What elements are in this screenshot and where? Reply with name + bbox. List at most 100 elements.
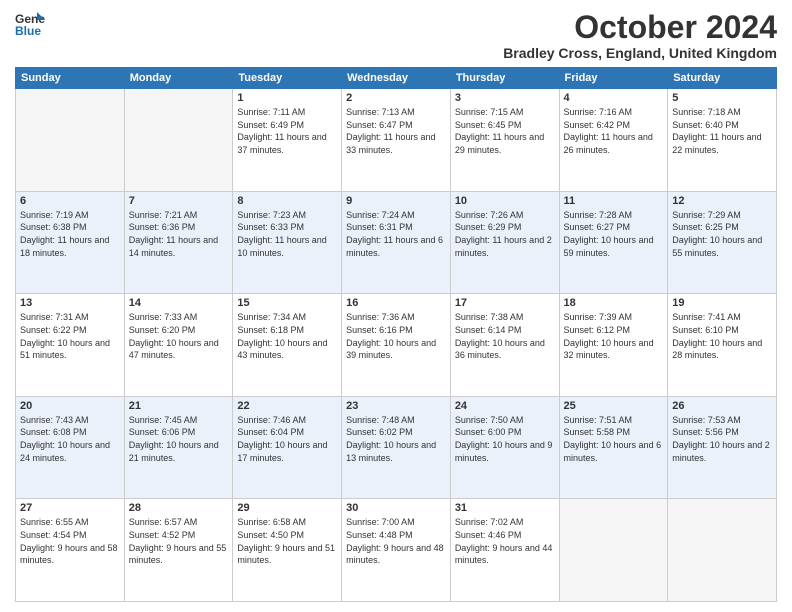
day-number: 31: [455, 502, 555, 514]
day-info: Sunrise: 7:53 AMSunset: 5:56 PMDaylight:…: [672, 414, 772, 464]
table-row: 4 Sunrise: 7:16 AMSunset: 6:42 PMDaylight…: [559, 89, 668, 192]
table-row: 21 Sunrise: 7:45 AMSunset: 6:06 PMDayligh…: [124, 396, 233, 499]
day-info: Sunrise: 7:11 AMSunset: 6:49 PMDaylight:…: [237, 106, 337, 156]
day-number: 25: [564, 400, 664, 412]
col-wednesday: Wednesday: [342, 68, 451, 89]
table-row: 30 Sunrise: 7:00 AMSunset: 4:48 PMDayligh…: [342, 499, 451, 602]
day-info: Sunrise: 7:34 AMSunset: 6:18 PMDaylight:…: [237, 311, 337, 361]
table-row: 9Sunrise: 7:24 AMSunset: 6:31 PMDaylight…: [342, 191, 451, 294]
calendar-week-row: 13 Sunrise: 7:31 AMSunset: 6:22 PMDayligh…: [16, 294, 777, 397]
day-number: 18: [564, 297, 664, 309]
day-number: 24: [455, 400, 555, 412]
day-info: Sunrise: 7:39 AMSunset: 6:12 PMDaylight:…: [564, 311, 664, 361]
col-thursday: Thursday: [450, 68, 559, 89]
table-row: 8 Sunrise: 7:23 AMSunset: 6:33 PMDaylight…: [233, 191, 342, 294]
calendar-header-row: Sunday Monday Tuesday Wednesday Thursday…: [16, 68, 777, 89]
table-row: 29 Sunrise: 6:58 AMSunset: 4:50 PMDayligh…: [233, 499, 342, 602]
header: General Blue General Blue October 2024 B…: [15, 10, 777, 61]
table-row: 10 Sunrise: 7:26 AMSunset: 6:29 PMDayligh…: [450, 191, 559, 294]
table-row: 14 Sunrise: 7:33 AMSunset: 6:20 PMDayligh…: [124, 294, 233, 397]
table-row: 3 Sunrise: 7:15 AMSunset: 6:45 PMDaylight…: [450, 89, 559, 192]
month-title: October 2024: [503, 10, 777, 45]
table-row: 16 Sunrise: 7:36 AMSunset: 6:16 PMDayligh…: [342, 294, 451, 397]
table-row: 27 Sunrise: 6:55 AMSunset: 4:54 PMDayligh…: [16, 499, 125, 602]
day-info: Sunrise: 7:46 AMSunset: 6:04 PMDaylight:…: [237, 414, 337, 464]
day-info: Sunrise: 7:50 AMSunset: 6:00 PMDaylight:…: [455, 414, 555, 464]
day-number: 26: [672, 400, 772, 412]
logo: General Blue General Blue: [15, 10, 45, 38]
day-number: 8: [237, 195, 337, 207]
table-row: [668, 499, 777, 602]
table-row: 31 Sunrise: 7:02 AMSunset: 4:46 PMDayligh…: [450, 499, 559, 602]
table-row: 24 Sunrise: 7:50 AMSunset: 6:00 PMDayligh…: [450, 396, 559, 499]
calendar-week-row: 27 Sunrise: 6:55 AMSunset: 4:54 PMDayligh…: [16, 499, 777, 602]
day-number: 28: [129, 502, 229, 514]
day-info: Sunrise: 7:21 AMSunset: 6:36 PMDaylight:…: [129, 209, 229, 259]
location: Bradley Cross, England, United Kingdom: [503, 45, 777, 61]
day-info: Sunrise: 7:29 AMSunset: 6:25 PMDaylight:…: [672, 209, 772, 259]
day-info: Sunrise: 7:26 AMSunset: 6:29 PMDaylight:…: [455, 209, 555, 259]
table-row: 6 Sunrise: 7:19 AMSunset: 6:38 PMDaylight…: [16, 191, 125, 294]
page: General Blue General Blue October 2024 B…: [0, 0, 792, 612]
table-row: 23 Sunrise: 7:48 AMSunset: 6:02 PMDayligh…: [342, 396, 451, 499]
day-number: 14: [129, 297, 229, 309]
calendar-week-row: 1Sunrise: 7:11 AMSunset: 6:49 PMDaylight…: [16, 89, 777, 192]
day-info: Sunrise: 7:19 AMSunset: 6:38 PMDaylight:…: [20, 209, 120, 259]
table-row: 13 Sunrise: 7:31 AMSunset: 6:22 PMDayligh…: [16, 294, 125, 397]
day-number: 9: [346, 195, 446, 207]
calendar: Sunday Monday Tuesday Wednesday Thursday…: [15, 67, 777, 602]
day-info: Sunrise: 7:41 AMSunset: 6:10 PMDaylight:…: [672, 311, 772, 361]
day-info: Sunrise: 7:00 AMSunset: 4:48 PMDaylight:…: [346, 516, 446, 566]
svg-text:Blue: Blue: [15, 24, 41, 38]
calendar-week-row: 20 Sunrise: 7:43 AMSunset: 6:08 PMDayligh…: [16, 396, 777, 499]
day-number: 19: [672, 297, 772, 309]
col-tuesday: Tuesday: [233, 68, 342, 89]
day-number: 30: [346, 502, 446, 514]
day-info: Sunrise: 6:58 AMSunset: 4:50 PMDaylight:…: [237, 516, 337, 566]
title-block: October 2024 Bradley Cross, England, Uni…: [503, 10, 777, 61]
day-number: 15: [237, 297, 337, 309]
day-number: 20: [20, 400, 120, 412]
day-number: 23: [346, 400, 446, 412]
table-row: 1Sunrise: 7:11 AMSunset: 6:49 PMDaylight…: [233, 89, 342, 192]
day-info: Sunrise: 7:36 AMSunset: 6:16 PMDaylight:…: [346, 311, 446, 361]
day-info: Sunrise: 7:51 AMSunset: 5:58 PMDaylight:…: [564, 414, 664, 464]
table-row: 26 Sunrise: 7:53 AMSunset: 5:56 PMDayligh…: [668, 396, 777, 499]
day-info: Sunrise: 7:48 AMSunset: 6:02 PMDaylight:…: [346, 414, 446, 464]
day-info: Sunrise: 7:02 AMSunset: 4:46 PMDaylight:…: [455, 516, 555, 566]
day-number: 21: [129, 400, 229, 412]
day-info: Sunrise: 7:33 AMSunset: 6:20 PMDaylight:…: [129, 311, 229, 361]
table-row: 19 Sunrise: 7:41 AMSunset: 6:10 PMDayligh…: [668, 294, 777, 397]
day-number: 16: [346, 297, 446, 309]
table-row: [559, 499, 668, 602]
day-number: 3: [455, 92, 555, 104]
day-info: Sunrise: 7:16 AMSunset: 6:42 PMDaylight:…: [564, 106, 664, 156]
day-info: Sunrise: 7:13 AMSunset: 6:47 PMDaylight:…: [346, 106, 446, 156]
day-info: Sunrise: 7:15 AMSunset: 6:45 PMDaylight:…: [455, 106, 555, 156]
logo-icon: General Blue: [15, 10, 45, 38]
table-row: [16, 89, 125, 192]
day-number: 10: [455, 195, 555, 207]
day-number: 6: [20, 195, 120, 207]
day-number: 2: [346, 92, 446, 104]
day-info: Sunrise: 7:31 AMSunset: 6:22 PMDaylight:…: [20, 311, 120, 361]
day-info: Sunrise: 7:23 AMSunset: 6:33 PMDaylight:…: [237, 209, 337, 259]
day-info: Sunrise: 6:55 AMSunset: 4:54 PMDaylight:…: [20, 516, 120, 566]
day-info: Sunrise: 7:45 AMSunset: 6:06 PMDaylight:…: [129, 414, 229, 464]
day-number: 4: [564, 92, 664, 104]
table-row: 28Sunrise: 6:57 AMSunset: 4:52 PMDayligh…: [124, 499, 233, 602]
col-sunday: Sunday: [16, 68, 125, 89]
day-number: 13: [20, 297, 120, 309]
table-row: 18 Sunrise: 7:39 AMSunset: 6:12 PMDayligh…: [559, 294, 668, 397]
table-row: 11Sunrise: 7:28 AMSunset: 6:27 PMDayligh…: [559, 191, 668, 294]
table-row: 17 Sunrise: 7:38 AMSunset: 6:14 PMDayligh…: [450, 294, 559, 397]
col-monday: Monday: [124, 68, 233, 89]
day-number: 11: [564, 195, 664, 207]
day-number: 29: [237, 502, 337, 514]
day-number: 22: [237, 400, 337, 412]
day-number: 27: [20, 502, 120, 514]
table-row: 12Sunrise: 7:29 AMSunset: 6:25 PMDayligh…: [668, 191, 777, 294]
day-number: 17: [455, 297, 555, 309]
day-info: Sunrise: 7:38 AMSunset: 6:14 PMDaylight:…: [455, 311, 555, 361]
day-info: Sunrise: 7:43 AMSunset: 6:08 PMDaylight:…: [20, 414, 120, 464]
